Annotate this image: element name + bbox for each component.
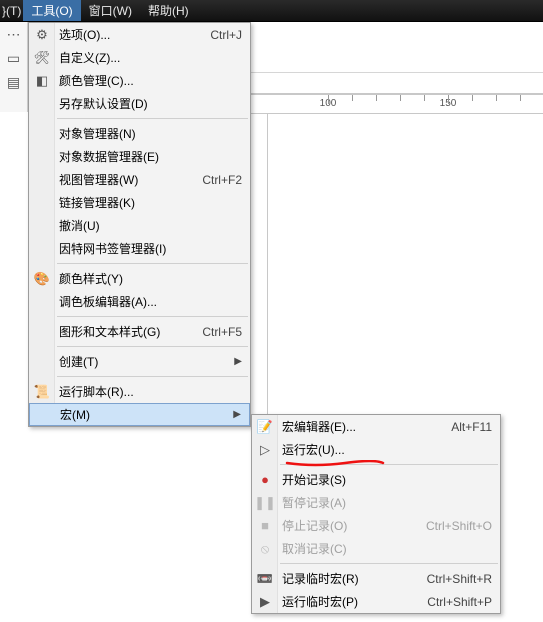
menu-item-view-manager[interactable]: 视图管理器(W) Ctrl+F2 — [29, 168, 250, 191]
menu-item-label: 自定义(Z)... — [59, 49, 242, 66]
menu-separator — [57, 118, 248, 119]
menubar-fragment: }(T) — [2, 2, 23, 20]
menu-separator — [57, 346, 248, 347]
submenu-item-run-temp-macro[interactable]: ▶ 运行临时宏(P) Ctrl+Shift+P — [252, 590, 500, 613]
color-styles-icon: 🎨 — [33, 270, 51, 288]
menu-item-label: 运行临时宏(P) — [282, 593, 427, 610]
cancel-icon: ⦸ — [256, 540, 274, 558]
menu-item-bookmark-manager[interactable]: 因特网书签管理器(I) — [29, 237, 250, 260]
menu-item-object-manager[interactable]: 对象管理器(N) — [29, 122, 250, 145]
menu-item-color-styles[interactable]: 🎨 颜色样式(Y) — [29, 267, 250, 290]
stop-icon: ■ — [256, 517, 274, 535]
menu-item-label: 宏(M) — [60, 406, 227, 423]
menu-item-label: 另存默认设置(D) — [59, 95, 242, 112]
menu-separator — [57, 376, 248, 377]
menu-item-label: 颜色管理(C)... — [59, 72, 242, 89]
menu-item-color-management[interactable]: ◧ 颜色管理(C)... — [29, 69, 250, 92]
menu-item-label: 链接管理器(K) — [59, 194, 242, 211]
tb-ellipsis[interactable]: ⋯ — [4, 24, 24, 44]
menu-item-label: 运行宏(U)... — [282, 441, 492, 458]
menu-item-label: 对象数据管理器(E) — [59, 148, 242, 165]
color-mgmt-icon: ◧ — [33, 72, 51, 90]
submenu-item-stop-record: ■ 停止记录(O) Ctrl+Shift+O — [252, 514, 500, 537]
annotation-underline — [285, 460, 385, 466]
menu-item-create[interactable]: 创建(T) ▶ — [29, 350, 250, 373]
options-icon: ⚙ — [33, 26, 51, 44]
menu-item-palette-editor[interactable]: 调色板编辑器(A)... — [29, 290, 250, 313]
submenu-item-cancel-record: ⦸ 取消记录(C) — [252, 537, 500, 560]
play-icon: ▷ — [256, 441, 274, 459]
menu-item-shortcut: Ctrl+F5 — [202, 325, 242, 339]
menu-item-label: 因特网书签管理器(I) — [59, 240, 242, 257]
tb-icon-2[interactable]: ▤ — [4, 72, 24, 92]
submenu-arrow-icon: ▶ — [228, 356, 242, 367]
record-icon: ● — [256, 471, 274, 489]
menu-item-label: 颜色样式(Y) — [59, 270, 242, 287]
menu-item-shortcut: Ctrl+F2 — [202, 173, 242, 187]
horizontal-ruler: 100 150 — [248, 94, 543, 114]
menu-item-shortcut: Ctrl+Shift+R — [427, 572, 492, 586]
left-toolbar: ⋯ ▭ ▤ — [0, 22, 28, 112]
submenu-item-record-temp-macro[interactable]: 📼 记录临时宏(R) Ctrl+Shift+R — [252, 567, 500, 590]
submenu-item-run-macro[interactable]: ▷ 运行宏(U)... — [252, 438, 500, 461]
menu-item-shortcut: Ctrl+Shift+O — [426, 519, 492, 533]
customize-icon: 🛠 — [33, 49, 51, 67]
menu-help[interactable]: 帮助(H) — [140, 0, 197, 21]
menu-item-label: 对象管理器(N) — [59, 125, 242, 142]
menu-item-options[interactable]: ⚙ 选项(O)... Ctrl+J — [29, 23, 250, 46]
menu-separator — [57, 316, 248, 317]
menu-item-label: 视图管理器(W) — [59, 171, 202, 188]
menu-item-run-script[interactable]: 📜 运行脚本(R)... — [29, 380, 250, 403]
menu-item-link-manager[interactable]: 链接管理器(K) — [29, 191, 250, 214]
menu-item-label: 开始记录(S) — [282, 471, 492, 488]
menu-item-shortcut: Ctrl+Shift+P — [427, 595, 492, 609]
submenu-arrow-icon: ▶ — [227, 409, 241, 420]
menu-separator — [280, 563, 498, 564]
menubar: }(T) 工具(O) 窗口(W) 帮助(H) — [0, 0, 543, 22]
menu-item-label: 宏编辑器(E)... — [282, 418, 451, 435]
submenu-item-pause-record: ❚❚ 暂停记录(A) — [252, 491, 500, 514]
tools-dropdown-menu: ⚙ 选项(O)... Ctrl+J 🛠 自定义(Z)... ◧ 颜色管理(C).… — [28, 22, 251, 427]
tb-icon-1[interactable]: ▭ — [4, 48, 24, 68]
menu-item-label: 撤消(U) — [59, 217, 242, 234]
menu-item-save-defaults[interactable]: 另存默认设置(D) — [29, 92, 250, 115]
menu-item-shortcut: Alt+F11 — [451, 420, 492, 434]
menu-item-label: 创建(T) — [59, 353, 228, 370]
menu-item-object-data-manager[interactable]: 对象数据管理器(E) — [29, 145, 250, 168]
menu-item-label: 停止记录(O) — [282, 517, 426, 534]
temp-play-icon: ▶ — [256, 593, 274, 611]
menu-item-label: 取消记录(C) — [282, 540, 492, 557]
menu-item-customize[interactable]: 🛠 自定义(Z)... — [29, 46, 250, 69]
submenu-item-macro-editor[interactable]: 📝 宏编辑器(E)... Alt+F11 — [252, 415, 500, 438]
menu-item-shortcut: Ctrl+J — [210, 28, 242, 42]
submenu-item-start-record[interactable]: ● 开始记录(S) — [252, 468, 500, 491]
macro-editor-icon: 📝 — [256, 418, 274, 436]
menu-item-undo[interactable]: 撤消(U) — [29, 214, 250, 237]
menu-item-graphic-text-styles[interactable]: 图形和文本样式(G) Ctrl+F5 — [29, 320, 250, 343]
temp-record-icon: 📼 — [256, 570, 274, 588]
script-icon: 📜 — [33, 383, 51, 401]
menu-item-label: 记录临时宏(R) — [282, 570, 427, 587]
doc-topbar — [248, 72, 543, 94]
menu-item-label: 图形和文本样式(G) — [59, 323, 202, 340]
menu-item-macro[interactable]: 宏(M) ▶ — [29, 403, 250, 426]
menu-item-label: 调色板编辑器(A)... — [59, 293, 242, 310]
menu-item-label: 暂停记录(A) — [282, 494, 492, 511]
menu-separator — [57, 263, 248, 264]
menu-item-label: 运行脚本(R)... — [59, 383, 242, 400]
menu-window[interactable]: 窗口(W) — [81, 0, 140, 21]
menu-tools[interactable]: 工具(O) — [23, 0, 80, 21]
pause-icon: ❚❚ — [256, 494, 274, 512]
menu-item-label: 选项(O)... — [59, 26, 210, 43]
macro-submenu: 📝 宏编辑器(E)... Alt+F11 ▷ 运行宏(U)... ● 开始记录(… — [251, 414, 501, 614]
